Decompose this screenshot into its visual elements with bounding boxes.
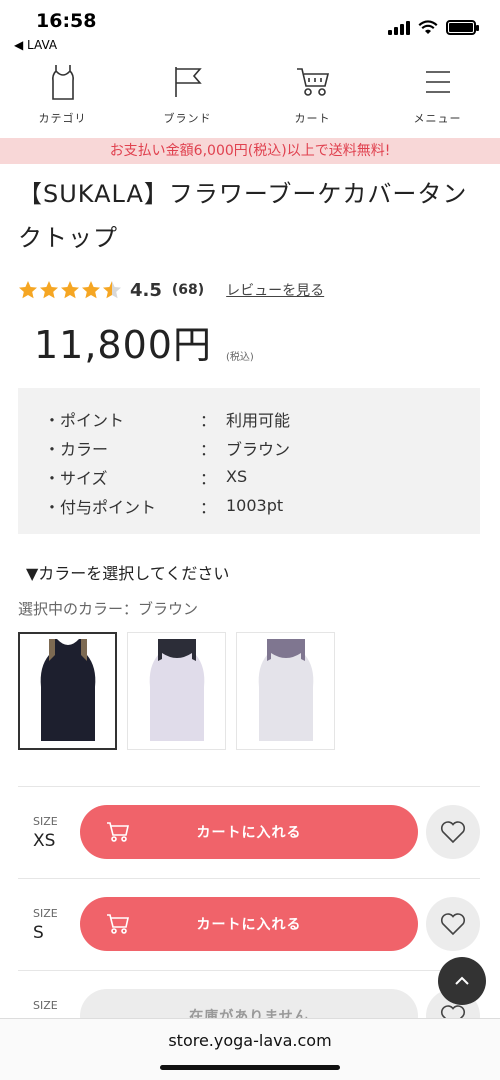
size-label: SIZE: [33, 815, 58, 828]
tax-note: (税込): [225, 352, 254, 363]
heart-icon: [440, 913, 466, 936]
selected-color-label: 選択中のカラー：ブラウン: [18, 600, 199, 618]
back-to-app-link[interactable]: ◀ LAVA: [14, 38, 57, 52]
size-value: XS: [33, 831, 56, 851]
add-to-cart-label: カートに入れる: [196, 825, 302, 841]
star-icon: [19, 281, 37, 299]
add-to-cart-button[interactable]: カートに入れる: [80, 897, 418, 951]
nav-menu[interactable]: メニュー: [375, 62, 500, 136]
tank-top-image: [258, 639, 313, 741]
color-swatch-brown[interactable]: [18, 632, 117, 750]
flag-icon: [168, 62, 208, 102]
nav-menu-label: メニュー: [413, 112, 462, 125]
info-key: ・カラー: [44, 439, 109, 459]
info-separator: ：: [200, 410, 217, 430]
price-value: 11,800円: [34, 323, 212, 367]
nav-cart-label: カート: [294, 112, 331, 125]
scroll-to-top-button[interactable]: [438, 957, 486, 1005]
view-reviews-link[interactable]: レビューを見る: [226, 280, 324, 300]
size-label: SIZE: [33, 907, 58, 920]
signal-icon: [388, 20, 410, 35]
info-value: 利用可能: [226, 410, 291, 430]
info-value: 1003pt: [226, 496, 284, 515]
info-key: ・サイズ: [44, 468, 108, 488]
info-key: ・付与ポイント: [44, 497, 157, 517]
main-nav: カテゴリ ブランド カート メニュー: [0, 62, 500, 136]
tank-top-image: [40, 639, 95, 741]
nav-brand[interactable]: ブランド: [125, 62, 250, 136]
status-icons: [388, 20, 479, 35]
swatch-body: [40, 639, 95, 741]
wifi-icon: [418, 20, 438, 34]
info-separator: ：: [200, 439, 217, 459]
review-count: (68): [171, 282, 205, 298]
star-icon: [103, 281, 121, 299]
free-shipping-banner: お支払い金額6,000円(税込)以上で送料無料!: [0, 138, 500, 164]
favorite-button[interactable]: [426, 805, 480, 859]
star-icon: [61, 281, 79, 299]
price: 11,800円 (税込): [34, 314, 254, 369]
size-row: SIZE XS カートに入れる: [18, 786, 480, 878]
cart-icon: [293, 62, 333, 102]
info-value: ブラウン: [226, 439, 291, 459]
info-separator: ：: [200, 497, 217, 517]
info-row: ・サイズ ： XS: [44, 462, 480, 491]
add-to-cart-button[interactable]: カートに入れる: [80, 805, 418, 859]
hamburger-menu-icon: [418, 62, 458, 102]
status-bar: 16:58 ◀ LAVA: [0, 0, 500, 56]
nav-brand-label: ブランド: [163, 112, 212, 125]
heart-icon: [440, 821, 466, 844]
product-info-box: ・ポイント ： 利用可能 ・カラー ： ブラウン ・サイズ ： XS ・付与ポイ…: [18, 388, 480, 534]
nav-cart[interactable]: カート: [250, 62, 375, 136]
rating: 4.5 (68) レビューを見る: [18, 278, 324, 302]
browser-url-bar[interactable]: store.yoga-lava.com: [0, 1018, 500, 1080]
size-label: SIZE: [33, 999, 58, 1012]
rating-value: 4.5: [130, 279, 162, 301]
favorite-button[interactable]: [426, 897, 480, 951]
size-row: SIZE S カートに入れる: [18, 878, 480, 970]
star-icon: [82, 281, 100, 299]
battery-icon: [446, 20, 479, 35]
size-value: S: [33, 923, 44, 943]
tank-top-icon: [43, 62, 83, 102]
info-value: XS: [226, 467, 248, 486]
rating-stars: [18, 280, 122, 300]
product-title: 【SUKALA】フラワーブーケカバータンクトップ: [18, 180, 468, 252]
info-separator: ：: [200, 468, 217, 488]
url-text: store.yoga-lava.com: [168, 1031, 332, 1050]
color-select-heading: ▼カラーを選択してください: [26, 564, 230, 583]
color-swatches: [18, 632, 335, 750]
info-row: ・ポイント ： 利用可能: [44, 404, 480, 433]
nav-category[interactable]: カテゴリ: [0, 62, 125, 136]
clock: 16:58: [36, 10, 97, 32]
add-to-cart-label: カートに入れる: [196, 917, 302, 933]
info-row: ・カラー ： ブラウン: [44, 433, 480, 462]
tank-top-image: [149, 639, 204, 741]
home-indicator: [160, 1065, 340, 1070]
info-key: ・ポイント: [44, 410, 125, 430]
info-row: ・付与ポイント ： 1003pt: [44, 491, 480, 520]
star-icon: [40, 281, 58, 299]
chevron-up-icon: [455, 976, 469, 985]
nav-category-label: カテゴリ: [38, 112, 87, 125]
color-swatch-purple[interactable]: [236, 632, 335, 750]
color-swatch-lavender[interactable]: [127, 632, 226, 750]
